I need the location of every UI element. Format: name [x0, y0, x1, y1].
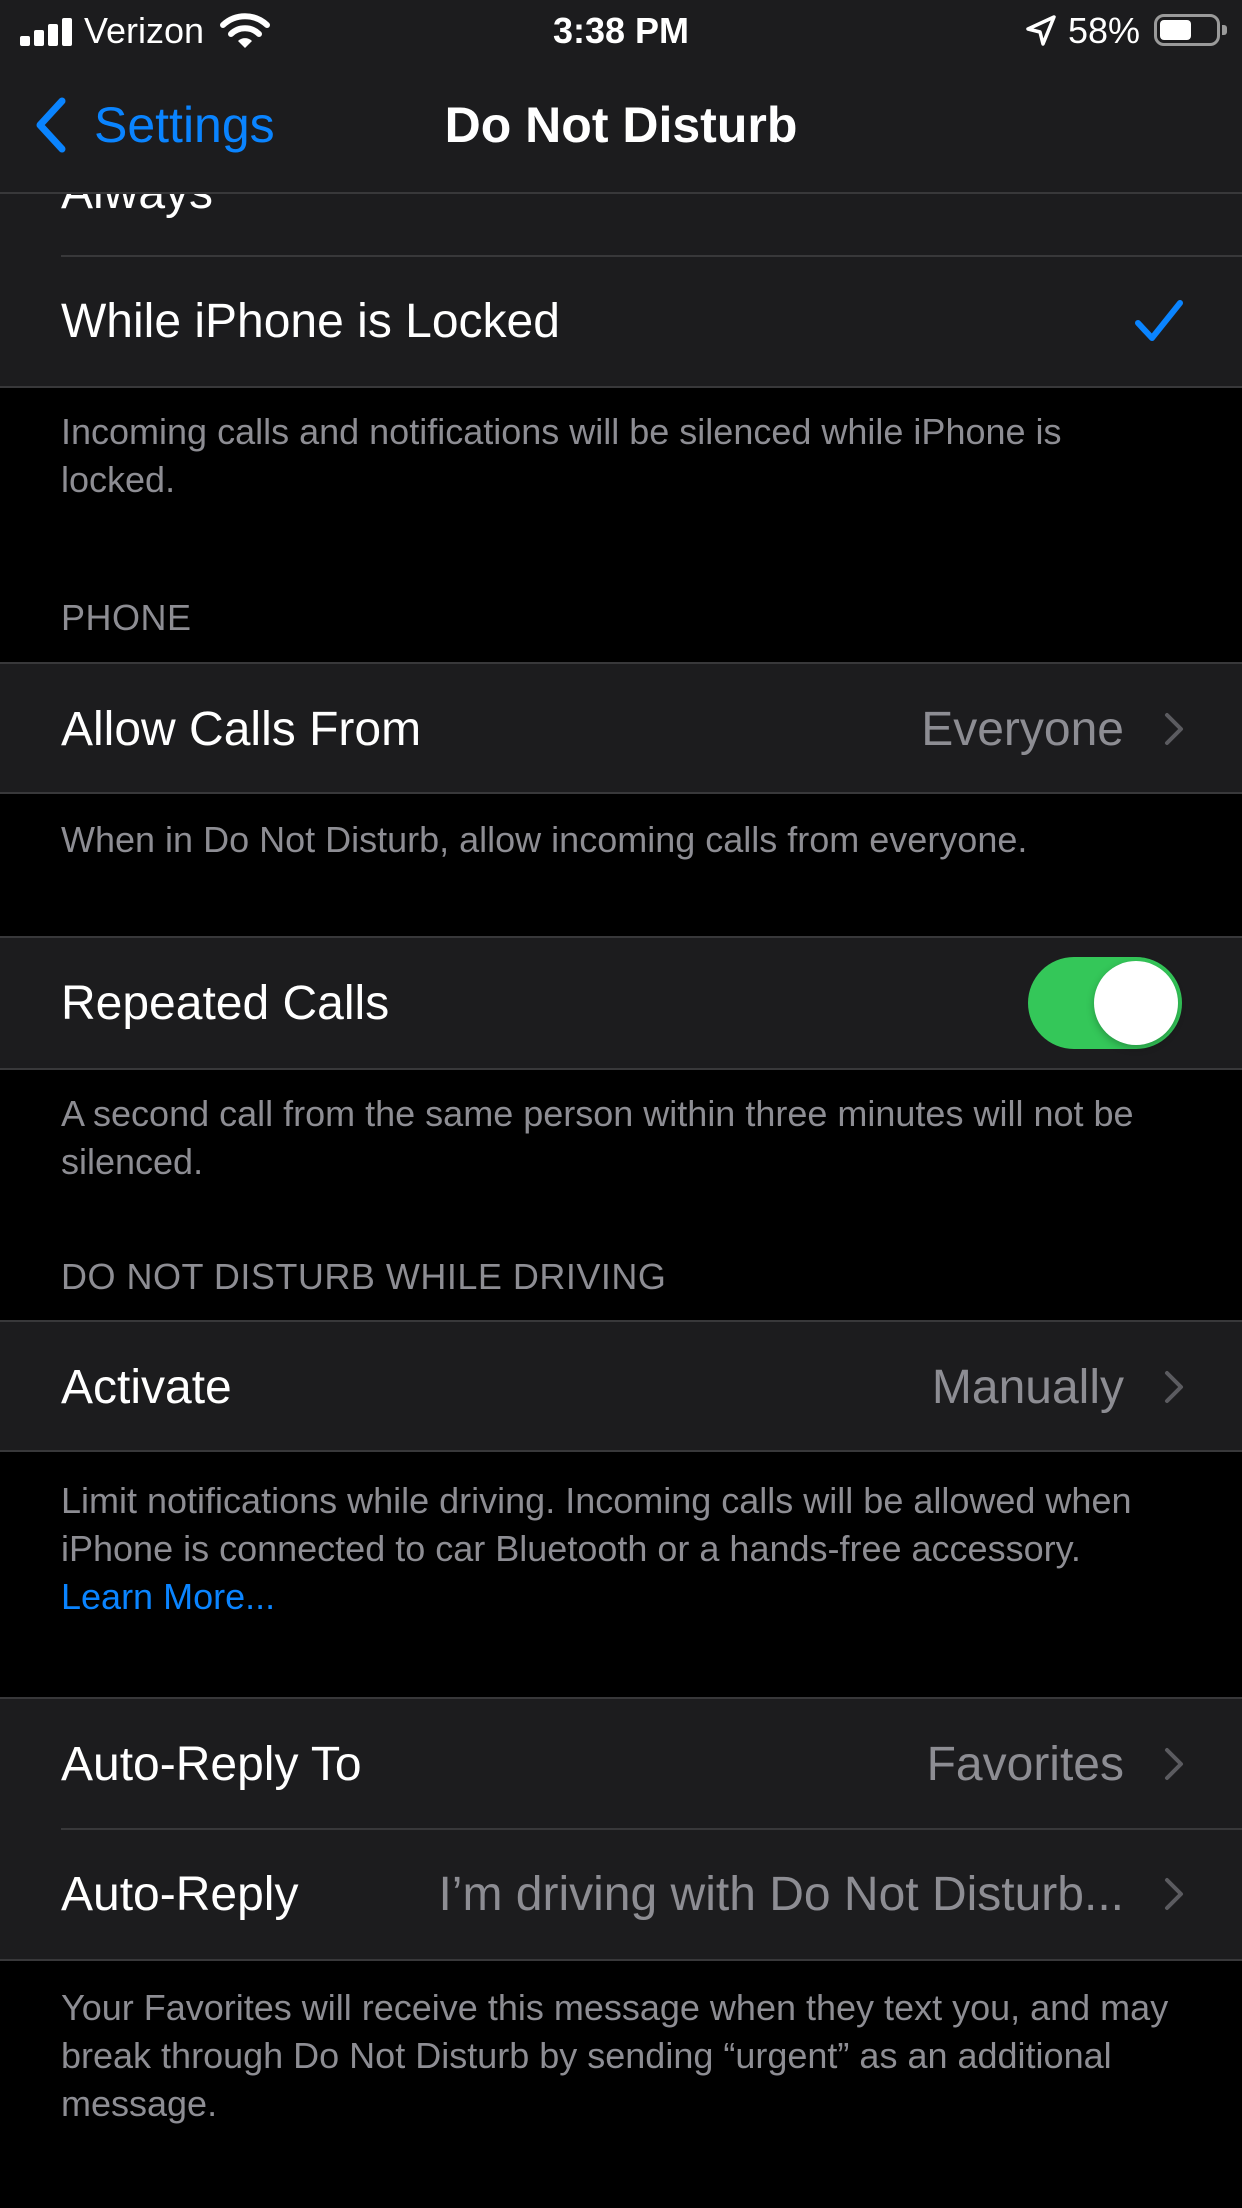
do-not-disturb-screen: Always While iPhone is Locked Incoming c…	[0, 0, 1242, 2208]
allow-calls-group: Allow Calls From Everyone	[0, 662, 1242, 794]
learn-more-link[interactable]: Learn More...	[61, 1576, 275, 1617]
repeated-calls-toggle[interactable]	[1028, 957, 1182, 1049]
auto-reply-label: Auto-Reply	[61, 1867, 299, 1921]
page-title: Do Not Disturb	[444, 97, 798, 153]
auto-reply-footer: Your Favorites will receive this message…	[61, 1987, 1169, 2124]
activate-row[interactable]: Activate Manually	[0, 1322, 1242, 1452]
phone-section-header: PHONE	[61, 597, 192, 638]
status-bar: Verizon 3:38 PM 58%	[0, 0, 1242, 62]
silence-footer: Incoming calls and notifications will be…	[61, 411, 1062, 500]
repeated-calls-row: Repeated Calls	[0, 938, 1242, 1068]
repeated-calls-label: Repeated Calls	[61, 976, 390, 1030]
auto-reply-row[interactable]: Auto-Reply I’m driving with Do Not Distu…	[0, 1828, 1242, 1959]
navigation-bar: Settings Do Not Disturb	[0, 62, 1242, 192]
allow-calls-from-row[interactable]: Allow Calls From Everyone	[0, 664, 1242, 794]
activate-label: Activate	[61, 1360, 232, 1414]
silence-while-locked-label: While iPhone is Locked	[61, 294, 560, 348]
driving-footer: Limit notifications while driving. Incom…	[61, 1477, 1181, 1621]
auto-reply-to-row[interactable]: Auto-Reply To Favorites	[0, 1699, 1242, 1829]
chevron-right-icon	[1165, 1878, 1183, 1910]
activate-value: Manually	[931, 1360, 1124, 1414]
checkmark-icon	[1135, 300, 1183, 341]
activate-group: Activate Manually	[0, 1320, 1242, 1452]
chevron-right-icon	[1165, 713, 1183, 745]
chevron-right-icon	[1165, 1748, 1183, 1780]
battery-percentage: 58%	[1068, 10, 1141, 51]
auto-reply-to-label: Auto-Reply To	[61, 1737, 362, 1791]
allow-calls-footer: When in Do Not Disturb, allow incoming c…	[61, 819, 1028, 860]
driving-section-header: DO NOT DISTURB WHILE DRIVING	[61, 1256, 667, 1297]
location-arrow-icon	[1026, 15, 1056, 46]
allow-calls-from-label: Allow Calls From	[61, 702, 422, 756]
repeated-calls-footer: A second call from the same person withi…	[61, 1093, 1134, 1182]
battery-nub	[1222, 25, 1227, 35]
auto-reply-group: Auto-Reply To Favorites Auto-Reply I’m d…	[0, 1697, 1242, 1961]
top-bar: Verizon 3:38 PM 58% Settings Do Not Dist…	[0, 0, 1242, 194]
auto-reply-to-value: Favorites	[926, 1737, 1124, 1791]
driving-footer-text: Limit notifications while driving. Incom…	[61, 1480, 1132, 1569]
chevron-right-icon	[1165, 1371, 1183, 1403]
toggle-knob	[1094, 961, 1178, 1045]
battery-icon	[1154, 14, 1227, 46]
allow-calls-from-value: Everyone	[921, 702, 1124, 756]
repeated-calls-group: Repeated Calls	[0, 936, 1242, 1070]
battery-fill	[1160, 20, 1191, 40]
silence-while-locked-row[interactable]: While iPhone is Locked	[0, 255, 1242, 386]
auto-reply-value: I’m driving with Do Not Disturb...	[438, 1867, 1124, 1921]
